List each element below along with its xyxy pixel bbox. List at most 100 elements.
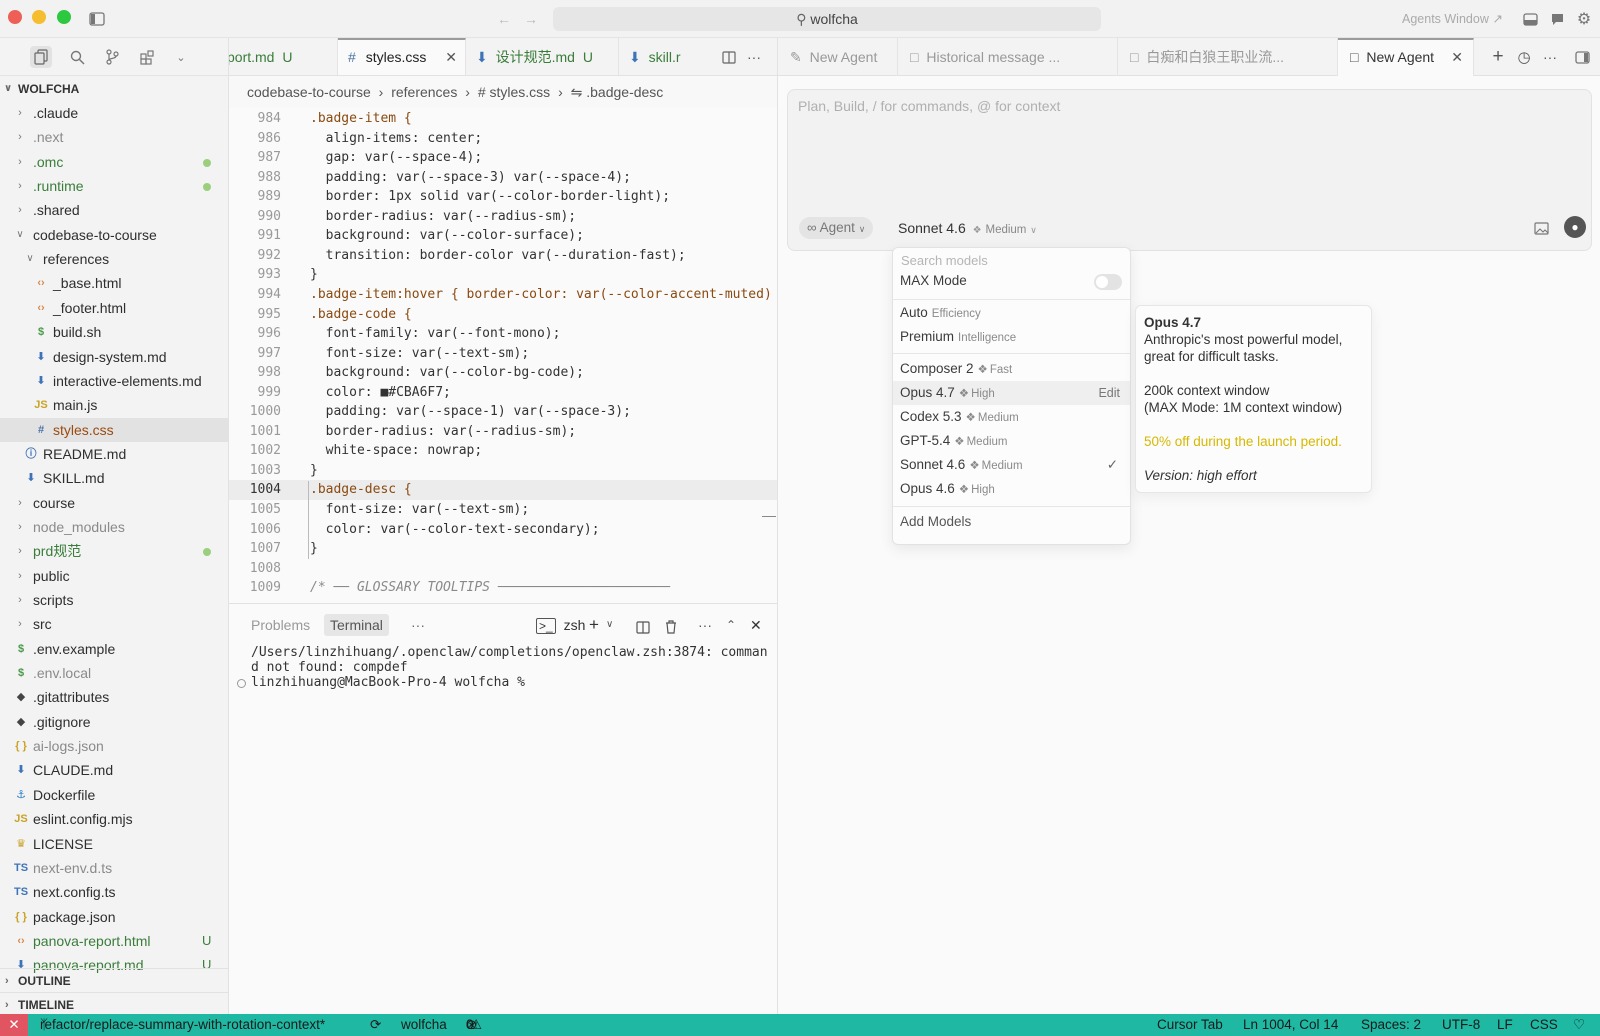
terminal-prompt[interactable]: linzhihuang@MacBook-Pro-4 wolfcha %	[251, 675, 525, 690]
chat-icon[interactable]	[1549, 11, 1565, 27]
model-option-codex-5-3[interactable]: Codex 5.3 ❖ Medium	[893, 405, 1130, 429]
close-window-button[interactable]	[8, 10, 22, 24]
trash-icon[interactable]	[665, 618, 677, 640]
file-item[interactable]: ⬇ interactive-elements.md	[0, 369, 229, 393]
extensions-icon[interactable]	[136, 46, 158, 68]
back-arrow-icon[interactable]: ←	[496, 10, 512, 28]
notifications-bell-icon[interactable]: ♡	[1573, 1014, 1585, 1036]
encoding-status[interactable]: UTF-8	[1442, 1014, 1480, 1036]
cursor-position[interactable]: Ln 1004, Col 14	[1243, 1014, 1338, 1036]
zoom-window-button[interactable]	[57, 10, 71, 24]
file-item[interactable]: $ build.sh	[0, 320, 229, 344]
explorer-root-header[interactable]: ∨ WOLFCHA	[0, 77, 229, 101]
agents-window-link[interactable]: Agents Window ↗	[1402, 11, 1503, 26]
file-item[interactable]: JS main.js	[0, 393, 229, 417]
breadcrumb-item[interactable]: codebase-to-course	[247, 84, 371, 100]
file-item[interactable]: ♛ LICENSE	[0, 832, 229, 856]
tab-terminal[interactable]: Terminal	[324, 614, 389, 636]
composer-input[interactable]: Plan, Build, / for commands, @ for conte…	[798, 98, 1060, 114]
maximize-panel-icon[interactable]: ⌃	[726, 614, 736, 636]
toggle-secondary-sidebar-icon[interactable]	[1573, 48, 1591, 66]
microphone-icon[interactable]: ●	[1564, 216, 1586, 238]
timeline-section-header[interactable]: › TIMELINE	[0, 992, 229, 1016]
close-panel-icon[interactable]: ✕	[750, 614, 762, 636]
file-item[interactable]: # styles.css	[0, 417, 229, 442]
more-actions-icon[interactable]: ···	[746, 48, 762, 66]
model-option-composer-2[interactable]: Composer 2 ❖ Fast	[893, 357, 1130, 381]
new-terminal-icon[interactable]: +	[589, 614, 599, 636]
language-mode[interactable]: CSS	[1530, 1014, 1558, 1036]
folder-item[interactable]: › .claude	[0, 101, 229, 125]
model-option-gpt-5-4[interactable]: GPT-5.4 ❖ Medium	[893, 429, 1130, 453]
image-attach-icon[interactable]	[1532, 219, 1550, 237]
more-actions-icon[interactable]: ···	[411, 614, 425, 636]
tab-port-md[interactable]: port.md U	[229, 38, 338, 75]
max-mode-row[interactable]: MAX Mode	[893, 269, 1130, 293]
file-item[interactable]: ‹› _base.html	[0, 271, 229, 295]
folder-item[interactable]: › scripts	[0, 588, 229, 612]
folder-item[interactable]: › src	[0, 612, 229, 636]
indentation-status[interactable]: Spaces: 2	[1361, 1014, 1421, 1036]
workspace-label[interactable]: wolfcha	[401, 1014, 447, 1036]
search-view-icon[interactable]	[66, 46, 88, 68]
file-item[interactable]: ⬇ CLAUDE.md	[0, 758, 229, 782]
breadcrumb-item[interactable]: references	[391, 84, 457, 100]
minimize-window-button[interactable]	[32, 10, 46, 24]
tab-new-agent[interactable]: ✎ New Agent	[778, 38, 898, 76]
file-item[interactable]: { } package.json	[0, 905, 229, 929]
file-item[interactable]: TS next.config.ts	[0, 880, 229, 904]
panel-layout-icon[interactable]	[1522, 11, 1538, 27]
settings-gear-icon[interactable]: ⚙	[1575, 10, 1593, 28]
folder-item[interactable]: › node_modules	[0, 515, 229, 539]
close-icon[interactable]: ✕	[445, 40, 457, 74]
forward-arrow-icon[interactable]: →	[523, 10, 539, 28]
folder-item[interactable]: › .next	[0, 125, 229, 149]
folder-item[interactable]: ∨ codebase-to-course	[0, 223, 229, 247]
close-icon[interactable]: ✕	[1451, 40, 1463, 74]
folder-item[interactable]: › .shared	[0, 198, 229, 222]
model-search-input[interactable]: Search models	[901, 253, 988, 268]
file-item[interactable]: ◆ .gitignore	[0, 710, 229, 734]
folder-item[interactable]: ∨ references	[0, 247, 229, 271]
sync-icon[interactable]: ⟳	[370, 1014, 381, 1036]
code-editor[interactable]: 984 .badge-item {986 align-items: center;…	[229, 108, 777, 603]
edit-model-button[interactable]: Edit	[1098, 381, 1120, 405]
tab-skill-md[interactable]: ⬇ skill.r	[619, 38, 709, 75]
chevron-down-icon[interactable]: ∨	[606, 614, 613, 636]
file-item[interactable]: $ .env.local	[0, 661, 229, 685]
model-option-auto[interactable]: Auto Efficiency	[893, 301, 1130, 325]
split-editor-icon[interactable]	[721, 48, 737, 66]
breadcrumb-item[interactable]: .badge-desc	[586, 84, 663, 100]
breadcrumb-item[interactable]: # styles.css	[478, 84, 550, 100]
outline-section-header[interactable]: › OUTLINE	[0, 968, 229, 992]
add-models-button[interactable]: Add Models	[893, 510, 1130, 534]
file-item[interactable]: { } ai-logs.json	[0, 734, 229, 758]
agent-composer[interactable]: Plan, Build, / for commands, @ for conte…	[787, 89, 1592, 251]
model-option-premium[interactable]: Premium Intelligence	[893, 325, 1130, 349]
file-item[interactable]: ⬇ design-system.md	[0, 345, 229, 369]
file-item[interactable]: ‹› _footer.html	[0, 296, 229, 320]
folder-item[interactable]: › .runtime	[0, 174, 229, 198]
toggle-sidebar-icon[interactable]	[88, 10, 106, 28]
file-item[interactable]: JS eslint.config.mjs	[0, 807, 229, 831]
source-control-icon[interactable]	[101, 46, 123, 68]
cursor-tab-status[interactable]: Cursor Tab	[1157, 1014, 1223, 1036]
model-option-opus-4-6[interactable]: Opus 4.6 ❖ High	[893, 477, 1130, 501]
file-item[interactable]: $ .env.example	[0, 637, 229, 661]
model-selector[interactable]: Sonnet 4.6 ❖ Medium ∨	[898, 217, 1037, 239]
file-item[interactable]: ⬇ SKILL.md	[0, 466, 229, 490]
history-clock-icon[interactable]: ◷	[1515, 47, 1533, 67]
file-item[interactable]: ⓘ README.md	[0, 442, 229, 466]
file-item[interactable]: ‹› panova-report.html U	[0, 929, 229, 953]
agent-mode-selector[interactable]: ∞ Agent ∨	[799, 217, 874, 239]
model-option-sonnet-4-6[interactable]: Sonnet 4.6 ❖ Medium ✓	[893, 453, 1130, 477]
max-mode-toggle[interactable]	[1094, 274, 1122, 290]
split-terminal-icon[interactable]	[636, 618, 650, 640]
folder-item[interactable]: › public	[0, 564, 229, 588]
add-agent-icon[interactable]: +	[1489, 46, 1507, 67]
chevron-down-icon[interactable]: ⌄	[172, 46, 190, 68]
tab-new-agent-active[interactable]: □ New Agent ✕	[1338, 38, 1474, 76]
explorer-files-icon[interactable]	[30, 46, 52, 68]
folder-item[interactable]: › prd规范	[0, 539, 229, 563]
eol-status[interactable]: LF	[1497, 1014, 1513, 1036]
